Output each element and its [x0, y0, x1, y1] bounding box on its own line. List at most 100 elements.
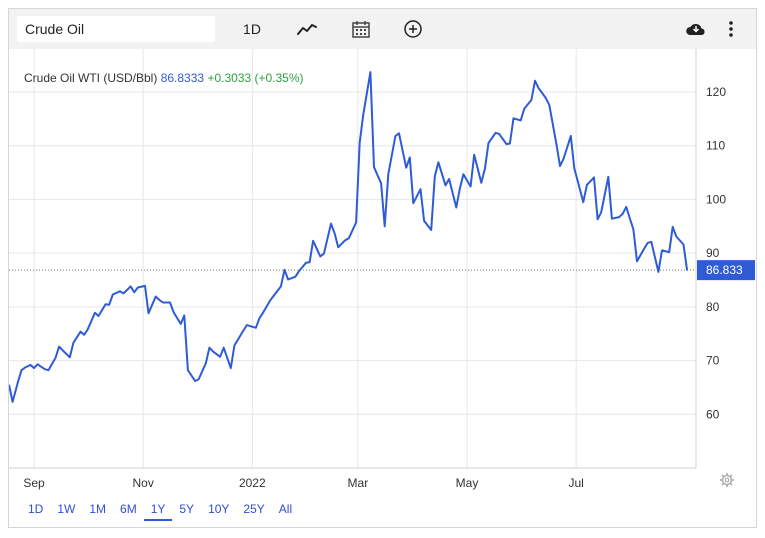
y-tick-label: 90	[706, 246, 720, 260]
data-point	[111, 293, 114, 296]
data-point	[308, 261, 311, 264]
data-point	[548, 103, 551, 106]
data-point	[462, 173, 465, 176]
range-button-1d[interactable]: 1D	[21, 501, 50, 521]
range-button-1m[interactable]: 1M	[82, 501, 113, 521]
data-point	[555, 143, 558, 146]
data-point	[512, 117, 515, 120]
data-point	[544, 96, 547, 99]
data-point	[158, 298, 161, 301]
chart-settings-button[interactable]	[719, 472, 735, 488]
range-button-6m[interactable]: 6M	[113, 501, 144, 521]
range-button-10y[interactable]: 10Y	[201, 501, 236, 521]
y-tick-label: 70	[706, 354, 720, 368]
data-point	[245, 324, 248, 327]
data-point	[408, 156, 411, 159]
data-point	[394, 135, 397, 138]
data-point	[147, 312, 150, 315]
data-point	[86, 328, 89, 331]
data-point	[93, 311, 96, 314]
data-point	[154, 295, 157, 298]
data-point	[430, 229, 433, 232]
data-point	[661, 249, 664, 252]
data-point	[136, 286, 139, 289]
data-point	[494, 131, 497, 134]
data-point	[412, 202, 415, 205]
range-button-5y[interactable]: 5Y	[172, 501, 201, 521]
data-point	[133, 291, 136, 294]
data-point	[671, 225, 674, 228]
data-point	[72, 341, 75, 344]
data-point	[682, 243, 685, 246]
data-point	[208, 346, 211, 349]
data-point	[519, 119, 522, 122]
x-tick-label: 2022	[239, 476, 266, 490]
data-point	[169, 301, 172, 304]
data-point	[122, 292, 125, 295]
last-price-label: 86.833	[706, 263, 743, 277]
data-point	[83, 333, 86, 336]
data-point	[144, 284, 147, 287]
data-point	[523, 107, 526, 110]
x-tick-label: Mar	[348, 476, 369, 490]
data-point	[11, 400, 14, 403]
data-point	[444, 184, 447, 187]
legend-change: +0.3033 (+0.35%)	[207, 71, 304, 85]
data-point	[197, 378, 200, 381]
data-point	[569, 135, 572, 138]
data-point	[68, 356, 71, 359]
data-point	[36, 363, 39, 366]
chart-widget: 1D	[8, 8, 757, 528]
gear-icon	[720, 473, 734, 487]
y-tick-label: 60	[706, 407, 720, 421]
data-point	[322, 252, 325, 255]
data-point	[369, 71, 372, 74]
data-point	[405, 166, 408, 169]
data-point	[534, 79, 537, 82]
data-point	[297, 270, 300, 273]
data-point	[646, 241, 649, 244]
data-point	[258, 317, 261, 320]
data-point	[118, 290, 121, 293]
x-tick-label: Jul	[568, 476, 583, 490]
y-tick-label: 80	[706, 300, 720, 314]
data-point	[97, 315, 100, 318]
data-point	[129, 285, 132, 288]
data-point	[383, 225, 386, 228]
y-tick-label: 100	[706, 192, 726, 206]
data-point	[20, 369, 23, 372]
data-point	[319, 255, 322, 258]
data-point	[362, 114, 365, 117]
data-point	[643, 247, 646, 250]
data-point	[186, 369, 189, 372]
range-button-all[interactable]: All	[272, 501, 299, 521]
data-point	[423, 219, 426, 222]
data-point	[480, 181, 483, 184]
data-point	[47, 369, 50, 372]
legend-instrument-name: Crude Oil WTI (USD/Bbl)	[24, 71, 158, 85]
data-point	[562, 157, 565, 160]
data-point	[387, 173, 390, 176]
x-tick-label: May	[456, 476, 479, 490]
data-point	[312, 239, 315, 242]
legend-price: 86.8333	[160, 71, 205, 85]
data-point	[433, 175, 436, 178]
range-button-25y[interactable]: 25Y	[236, 501, 271, 521]
data-point	[373, 166, 376, 169]
data-point	[559, 165, 562, 168]
data-point	[632, 228, 635, 231]
range-button-1y[interactable]: 1Y	[143, 501, 173, 521]
data-point	[179, 323, 182, 326]
data-point	[473, 153, 476, 156]
range-button-1w[interactable]: 1W	[50, 501, 82, 521]
data-point	[54, 356, 57, 359]
data-point	[621, 212, 624, 215]
price-chart[interactable]: 60 70 80 90 100 110 120 Sep Nov 2022 Mar May Jul 86.8…	[9, 9, 756, 527]
data-point	[596, 218, 599, 221]
data-point	[287, 278, 290, 281]
data-point	[233, 344, 236, 347]
data-point	[254, 326, 257, 329]
data-point	[668, 251, 671, 254]
data-point	[505, 143, 508, 146]
data-point	[24, 366, 27, 369]
